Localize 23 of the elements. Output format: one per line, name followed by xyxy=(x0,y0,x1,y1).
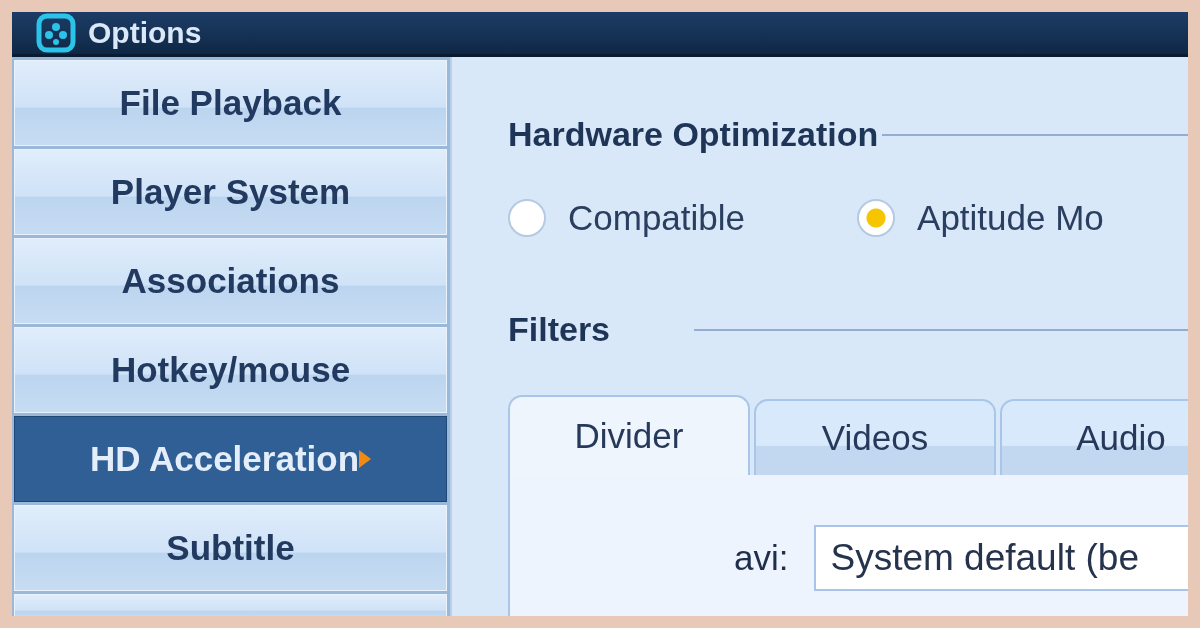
section-heading: Hardware Optimization xyxy=(508,115,879,154)
window-title: Options xyxy=(88,16,202,50)
tab[interactable]: Videos xyxy=(754,399,996,475)
sidebar-item[interactable]: Hotkey/mouse xyxy=(14,327,447,413)
radio-button[interactable] xyxy=(857,199,896,237)
sidebar-item[interactable]: Player System xyxy=(14,149,447,235)
sidebar-item[interactable] xyxy=(14,594,447,616)
field-label: avi: xyxy=(734,538,789,578)
pointer-icon xyxy=(359,450,372,468)
tab[interactable]: Audio xyxy=(1000,399,1188,475)
film-reel-icon xyxy=(36,13,76,53)
sidebar-item[interactable]: HD Acceleration xyxy=(14,416,447,502)
radio-label: Aptitude Mo xyxy=(917,198,1104,238)
radio-label: Compatible xyxy=(568,198,746,238)
radio-button[interactable] xyxy=(508,199,546,237)
radio-option[interactable]: Aptitude Mo xyxy=(857,198,1104,238)
sidebar-item[interactable]: Subtitle xyxy=(14,505,447,591)
tab[interactable]: Divider xyxy=(508,395,750,475)
radio-option[interactable]: Compatible xyxy=(508,198,746,238)
section-heading: Filters xyxy=(508,310,611,349)
dropdown-field[interactable]: System default (be xyxy=(814,525,1188,591)
sidebar-item[interactable]: Associations xyxy=(14,238,447,324)
sidebar-item[interactable]: File Playback xyxy=(14,60,447,146)
